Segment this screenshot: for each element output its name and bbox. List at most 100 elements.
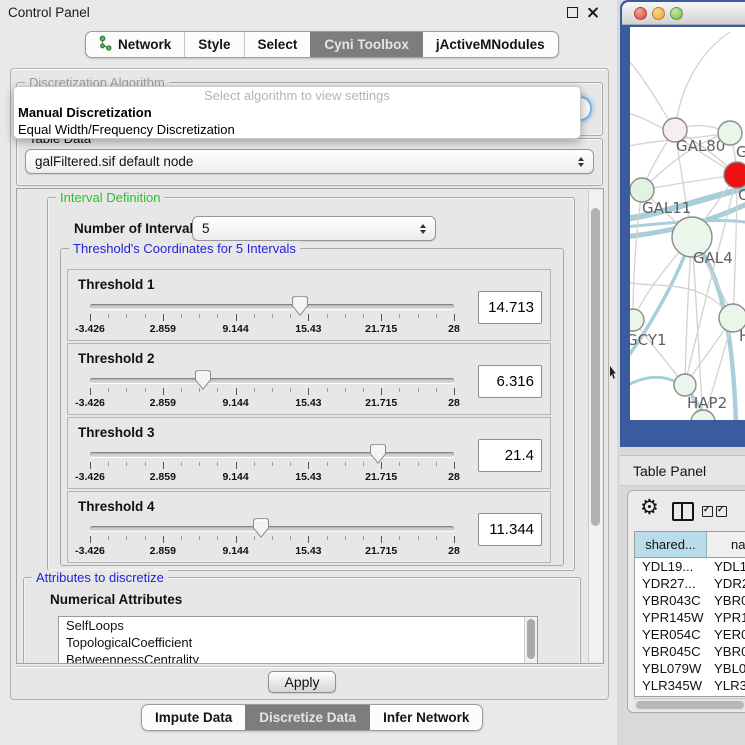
dropdown-option[interactable]: Manual Discretization [14,104,580,121]
cell-name[interactable]: YBL0 [707,660,745,677]
tab-label: Style [198,37,230,52]
tab-cyni-toolbox[interactable]: Cyni Toolbox [310,32,422,57]
algorithm-dropdown-popup: Select algorithm to view settings Manual… [13,86,581,139]
tick-mark [308,462,309,469]
cell-name[interactable]: YDL1 [707,558,745,575]
table-row[interactable]: YER054CYER0 [635,626,745,643]
slider-thumb[interactable] [292,296,308,316]
cell-name[interactable]: YBR0 [707,592,745,609]
cell-name[interactable]: YPR1 [707,609,745,626]
table-row[interactable]: YDL19...YDL1 [635,558,745,575]
cell-shared-name[interactable]: YDR27... [635,575,707,592]
cell-name[interactable]: YDR2 [707,575,745,592]
dropdown-option[interactable]: Equal Width/Frequency Discretization [14,121,580,138]
table-row[interactable]: YBR045CYBR0 [635,643,745,660]
cell-shared-name[interactable]: YBR045C [635,643,707,660]
threshold-slider[interactable] [90,526,454,531]
network-node-ga[interactable] [718,121,742,145]
column-layout-icon[interactable] [672,502,694,521]
network-window-titlebar[interactable] [622,2,745,25]
tick-mark [436,388,437,392]
slider-thumb[interactable] [370,444,386,464]
tick-label: 15.43 [295,471,321,483]
cell-name[interactable]: YLR3 [707,677,745,694]
cell-shared-name[interactable]: YDL19... [635,558,707,575]
table-row[interactable]: YBR043CYBR0 [635,592,745,609]
cell-name[interactable]: YER0 [707,626,745,643]
attribute-list-item[interactable]: TopologicalCoefficient [59,634,537,651]
num-intervals-combobox[interactable]: 5 [192,216,436,241]
tick-label: 2.859 [150,397,176,409]
tick-mark [381,314,382,321]
list-scrollbar[interactable] [524,617,537,664]
table-row[interactable]: YIL052CYIL0 [635,694,745,697]
scrollbar-thumb[interactable] [591,208,600,526]
slider-thumb[interactable] [195,370,211,390]
attribute-list-item[interactable]: BetweennessCentrality [59,651,537,664]
apply-button[interactable]: Apply [268,671,336,693]
threshold-value-field[interactable] [478,365,542,398]
tick-mark [90,536,91,543]
tick-mark [236,462,237,469]
gear-icon[interactable]: ⚙ [640,497,659,519]
settings-scroll-panel: Interval Definition Number of Intervals … [16,188,604,664]
threshold-slider[interactable] [90,452,454,457]
tick-mark [199,462,200,466]
column-header-shared-name[interactable]: shared... [635,532,707,557]
network-node-gcy1[interactable] [630,309,644,331]
minimize-traffic-light-icon[interactable] [652,7,665,20]
tick-mark [454,462,455,469]
node-label: GCY1 [630,331,667,349]
threshold-panel: Threshold 3 -3.4262.8599.14415.4321.7152… [67,417,551,489]
network-canvas[interactable]: GAL80GACGAL11GAL4GCY1HHAP2 [630,27,745,420]
tab-select[interactable]: Select [244,32,311,57]
tab-impute-data[interactable]: Impute Data [142,705,245,730]
tab-discretize-data[interactable]: Discretize Data [245,705,369,730]
tab-infer-network[interactable]: Infer Network [369,705,482,730]
threshold-value-field[interactable] [478,291,542,324]
tick-mark [108,536,109,540]
table-row[interactable]: YPR145WYPR1 [635,609,745,626]
column-header-name[interactable]: na [707,532,745,557]
table-row[interactable]: YLR345WYLR3 [635,677,745,694]
threshold-value-field[interactable] [478,439,542,472]
table-row[interactable]: YBL079WYBL0 [635,660,745,677]
cell-name[interactable]: YIL0 [707,694,745,697]
zoom-traffic-light-icon[interactable] [670,7,683,20]
cell-shared-name[interactable]: YIL052C [635,694,707,697]
threshold-slider[interactable] [90,378,454,383]
network-node-c[interactable] [724,162,745,188]
tick-mark [345,536,346,540]
slider-thumb[interactable] [253,518,269,538]
close-icon[interactable] [587,6,599,18]
tick-mark [327,314,328,318]
table-data-combobox[interactable]: galFiltered.sif default node [25,149,594,174]
table-row[interactable]: YDR27...YDR2 [635,575,745,592]
checkbox-icon[interactable] [716,506,727,517]
tab-jactivemnodules[interactable]: jActiveMNodules [422,32,558,57]
spinner-arrows-icon [420,224,426,234]
cell-name[interactable]: YBR0 [707,643,745,660]
tab-label: Infer Network [383,710,469,725]
attributes-list[interactable]: SelfLoopsTopologicalCoefficientBetweenne… [58,616,538,664]
close-traffic-light-icon[interactable] [634,7,647,20]
tick-mark [254,314,255,318]
cell-shared-name[interactable]: YPR145W [635,609,707,626]
checkbox-icon[interactable] [702,506,713,517]
network-node-hap2[interactable] [674,374,696,396]
tab-network[interactable]: Network [86,32,184,57]
cell-shared-name[interactable]: YLR345W [635,677,707,694]
tab-style[interactable]: Style [184,32,243,57]
horizontal-scrollbar[interactable] [634,698,745,711]
tick-mark [217,536,218,540]
vertical-scrollbar[interactable] [588,190,602,662]
cell-shared-name[interactable]: YER054C [635,626,707,643]
cell-shared-name[interactable]: YBR043C [635,592,707,609]
threshold-value-field[interactable] [478,513,542,546]
attribute-list-item[interactable]: SelfLoops [59,617,537,634]
cell-shared-name[interactable]: YBL079W [635,660,707,677]
scrollbar-thumb[interactable] [527,619,535,659]
float-window-icon[interactable] [567,7,578,18]
threshold-slider[interactable] [90,304,454,309]
scrollbar-thumb[interactable] [636,701,744,709]
